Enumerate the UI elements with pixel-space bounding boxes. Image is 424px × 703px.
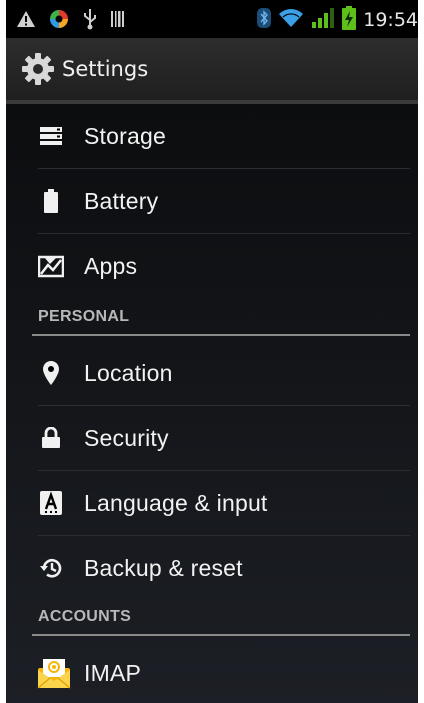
email-envelope-icon bbox=[36, 655, 72, 691]
status-bar: 19:54 bbox=[6, 0, 418, 38]
section-divider bbox=[32, 634, 410, 636]
settings-item-label: Storage bbox=[84, 122, 166, 149]
section-header-label: ACCOUNTS bbox=[38, 608, 132, 625]
settings-item-language-input[interactable]: Language & input bbox=[6, 471, 418, 535]
backup-restore-icon bbox=[38, 555, 64, 581]
warning-icon bbox=[16, 10, 36, 32]
settings-item-label: IMAP bbox=[84, 659, 142, 686]
battery-icon bbox=[38, 188, 64, 214]
bluetooth-icon bbox=[257, 7, 272, 33]
settings-item-label: Security bbox=[84, 424, 169, 451]
lock-icon bbox=[38, 425, 64, 451]
settings-item-battery[interactable]: Battery bbox=[6, 169, 418, 233]
status-bar-left bbox=[16, 8, 126, 34]
settings-item-label: Language & input bbox=[84, 489, 268, 516]
settings-gear-icon[interactable] bbox=[20, 51, 56, 87]
apps-icon bbox=[38, 253, 64, 279]
phone-screen: 19:54 Settings Storage Battery Apps PERS… bbox=[6, 0, 418, 703]
barcode-icon bbox=[110, 10, 126, 32]
status-bar-right: 19:54 bbox=[257, 6, 418, 34]
settings-item-security[interactable]: Security bbox=[6, 406, 418, 470]
language-keyboard-icon bbox=[38, 490, 64, 516]
section-header-personal: PERSONAL bbox=[6, 302, 418, 338]
section-header-accounts: ACCOUNTS bbox=[6, 602, 418, 638]
status-bar-time: 19:54 bbox=[363, 9, 418, 31]
settings-item-imap[interactable]: IMAP bbox=[6, 641, 418, 703]
signal-icon bbox=[311, 7, 335, 33]
battery-charging-icon bbox=[342, 6, 357, 34]
section-header-label: PERSONAL bbox=[38, 308, 130, 325]
section-divider bbox=[32, 334, 410, 336]
settings-item-apps[interactable]: Apps bbox=[6, 234, 418, 298]
storage-icon bbox=[38, 123, 64, 149]
settings-item-label: Apps bbox=[84, 252, 138, 279]
action-bar: Settings bbox=[6, 38, 418, 100]
app-logo-icon bbox=[48, 8, 70, 34]
usb-icon bbox=[82, 8, 98, 34]
settings-item-label: Backup & reset bbox=[84, 554, 243, 581]
settings-item-location[interactable]: Location bbox=[6, 341, 418, 405]
settings-item-storage[interactable]: Storage bbox=[6, 104, 418, 168]
location-pin-icon bbox=[38, 360, 64, 386]
page-title: Settings bbox=[62, 57, 149, 81]
wifi-icon bbox=[278, 8, 304, 32]
settings-item-label: Location bbox=[84, 359, 173, 386]
settings-list: Storage Battery Apps PERSONAL Location S… bbox=[6, 104, 418, 703]
settings-item-backup-reset[interactable]: Backup & reset bbox=[6, 536, 418, 600]
settings-item-label: Battery bbox=[84, 187, 159, 214]
